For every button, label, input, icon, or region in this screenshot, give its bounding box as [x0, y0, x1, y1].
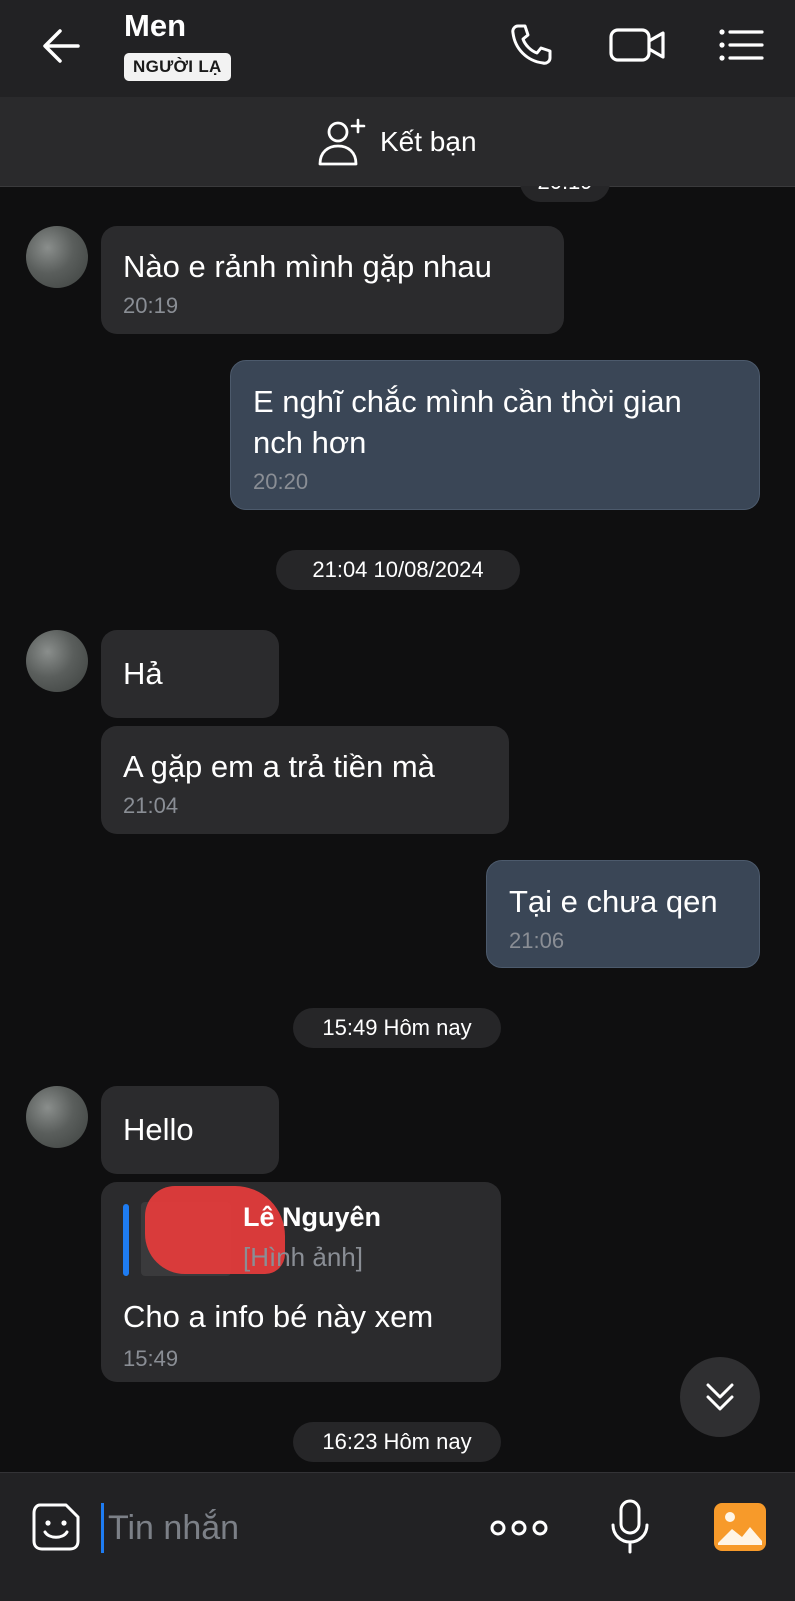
menu-button[interactable] [716, 20, 766, 70]
message-time: 20:19 [123, 293, 179, 318]
incoming-message[interactable]: Hả [101, 630, 279, 718]
voice-call-button[interactable] [506, 20, 556, 70]
message-text: Hả [123, 656, 163, 691]
time-chip: 20:19 [520, 186, 610, 202]
add-user-icon [318, 118, 366, 166]
message-text-line1: E nghĩ chắc mình cần thời gian [253, 384, 682, 419]
more-dots-icon [490, 1520, 548, 1536]
outgoing-message[interactable]: E nghĩ chắc mình cần thời gian nch hơn 2… [230, 360, 760, 510]
add-friend-bar: Kết bạn [0, 97, 795, 187]
list-menu-icon [719, 29, 764, 61]
microphone-icon [611, 1499, 649, 1554]
message-text: Nào e rảnh mình gặp nhau [123, 249, 492, 284]
message-composer [0, 1472, 795, 1601]
text-cursor [101, 1503, 104, 1553]
contact-name: Men [124, 8, 186, 43]
add-friend-label: Kết bạn [380, 126, 477, 157]
more-options-button[interactable] [488, 1503, 550, 1553]
quote-bar [123, 1204, 129, 1276]
incoming-message[interactable]: Nào e rảnh mình gặp nhau 20:19 [101, 226, 564, 334]
chat-header: Men NGƯỜI LẠ [0, 0, 795, 97]
double-chevron-down-icon [706, 1383, 734, 1411]
sticker-button[interactable] [30, 1501, 82, 1553]
video-camera-icon [609, 28, 665, 62]
message-text-line2: nch hơn [253, 425, 367, 460]
incoming-message[interactable]: A gặp em a trả tiền mà 21:04 [101, 726, 509, 834]
message-time: 21:04 [123, 793, 179, 818]
phone-icon [511, 24, 552, 65]
quoted-content-type: [Hình ảnh] [243, 1242, 363, 1272]
message-text: Hello [123, 1112, 194, 1147]
outgoing-message[interactable]: Tại e chưa qen 21:06 [486, 860, 760, 968]
quoted-sender-name: Lê Nguyên [243, 1202, 382, 1232]
avatar[interactable] [26, 1086, 88, 1148]
voice-message-button[interactable] [606, 1497, 654, 1557]
date-separator: 15:49 Hôm nay [293, 1008, 501, 1048]
stranger-badge: NGƯỜI LẠ [124, 53, 231, 81]
incoming-message[interactable]: Hello [101, 1086, 279, 1174]
incoming-reply-message[interactable]: Lê Nguyên [Hình ảnh] Cho a info bé này x… [101, 1182, 501, 1382]
avatar[interactable] [26, 226, 88, 288]
message-time: 15:49 [123, 1346, 179, 1371]
message-list[interactable]: 20:19 Nào e rảnh mình gặp nhau 20:19 E n… [0, 186, 795, 1472]
image-gallery-icon [714, 1503, 766, 1551]
message-input[interactable] [106, 1499, 450, 1557]
message-text: Tại e chưa qen [509, 884, 718, 919]
back-button[interactable] [38, 22, 86, 70]
video-call-button[interactable] [608, 20, 668, 70]
arrow-left-icon [43, 29, 80, 63]
send-image-button[interactable] [712, 1501, 768, 1553]
message-text: Cho a info bé này xem [123, 1299, 434, 1334]
emoji-sticker-icon [32, 1503, 80, 1551]
date-separator: 16:23 Hôm nay [293, 1422, 501, 1462]
avatar[interactable] [26, 630, 88, 692]
add-friend-button[interactable]: Kết bạn [316, 115, 477, 169]
message-time: 21:06 [509, 928, 565, 953]
scroll-to-bottom-button[interactable] [680, 1357, 760, 1437]
message-text: A gặp em a trả tiền mà [123, 749, 435, 784]
message-time: 20:20 [253, 469, 309, 494]
date-separator: 21:04 10/08/2024 [276, 550, 520, 590]
